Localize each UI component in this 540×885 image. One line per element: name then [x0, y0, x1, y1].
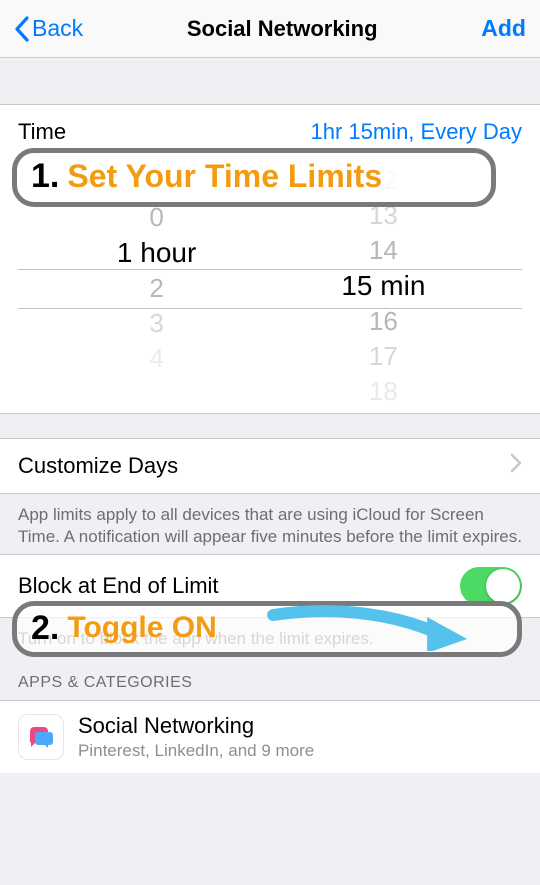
time-picker[interactable]: 0 1 hour 2 3 4 12 13 14 15 min 16 17 18 [0, 159, 540, 414]
picker-item: 0 [149, 200, 163, 235]
app-limits-note: App limits apply to all devices that are… [0, 494, 540, 554]
minute-selected: 15 min [341, 268, 425, 304]
spacer [0, 58, 540, 104]
time-label: Time [18, 119, 66, 145]
picker-item: 18 [369, 374, 398, 409]
toggle-knob [486, 569, 520, 603]
apps-category-title: Social Networking [78, 713, 314, 739]
hour-selected: 1 hour [117, 235, 196, 271]
chevron-left-icon [14, 16, 30, 42]
picker-item: 3 [149, 306, 163, 341]
navigation-bar: Back Social Networking Add [0, 0, 540, 58]
picker-item: 16 [369, 304, 398, 339]
picker-item: 17 [369, 339, 398, 374]
block-at-end-label: Block at End of Limit [18, 573, 219, 599]
picker-item: 13 [369, 198, 398, 233]
picker-item: 12 [369, 163, 398, 198]
social-networking-icon [18, 714, 64, 760]
picker-item: 4 [149, 341, 163, 376]
customize-days-label: Customize Days [18, 453, 178, 479]
customize-days-row[interactable]: Customize Days [0, 438, 540, 494]
time-value: 1hr 15min, Every Day [310, 119, 522, 145]
apps-category-row[interactable]: Social Networking Pinterest, LinkedIn, a… [0, 700, 540, 773]
add-button[interactable]: Add [481, 15, 526, 42]
back-label: Back [32, 15, 83, 42]
picker-item: 14 [369, 233, 398, 268]
back-button[interactable]: Back [14, 15, 83, 42]
time-row[interactable]: Time 1hr 15min, Every Day [0, 104, 540, 159]
apps-category-texts: Social Networking Pinterest, LinkedIn, a… [78, 713, 314, 761]
page-title: Social Networking [187, 16, 378, 42]
hour-picker-column[interactable]: 0 1 hour 2 3 4 [43, 159, 270, 413]
chevron-right-icon [510, 453, 522, 479]
minute-picker-column[interactable]: 12 13 14 15 min 16 17 18 [270, 159, 497, 413]
spacer [0, 414, 540, 438]
block-at-end-toggle[interactable] [460, 567, 522, 605]
apps-category-subtitle: Pinterest, LinkedIn, and 9 more [78, 741, 314, 761]
block-at-end-row: Block at End of Limit [0, 554, 540, 618]
picker-item: 2 [149, 271, 163, 306]
apps-section-header: APPS & CATEGORIES [0, 656, 540, 700]
block-note: Turn on to block the app when the limit … [0, 618, 540, 656]
